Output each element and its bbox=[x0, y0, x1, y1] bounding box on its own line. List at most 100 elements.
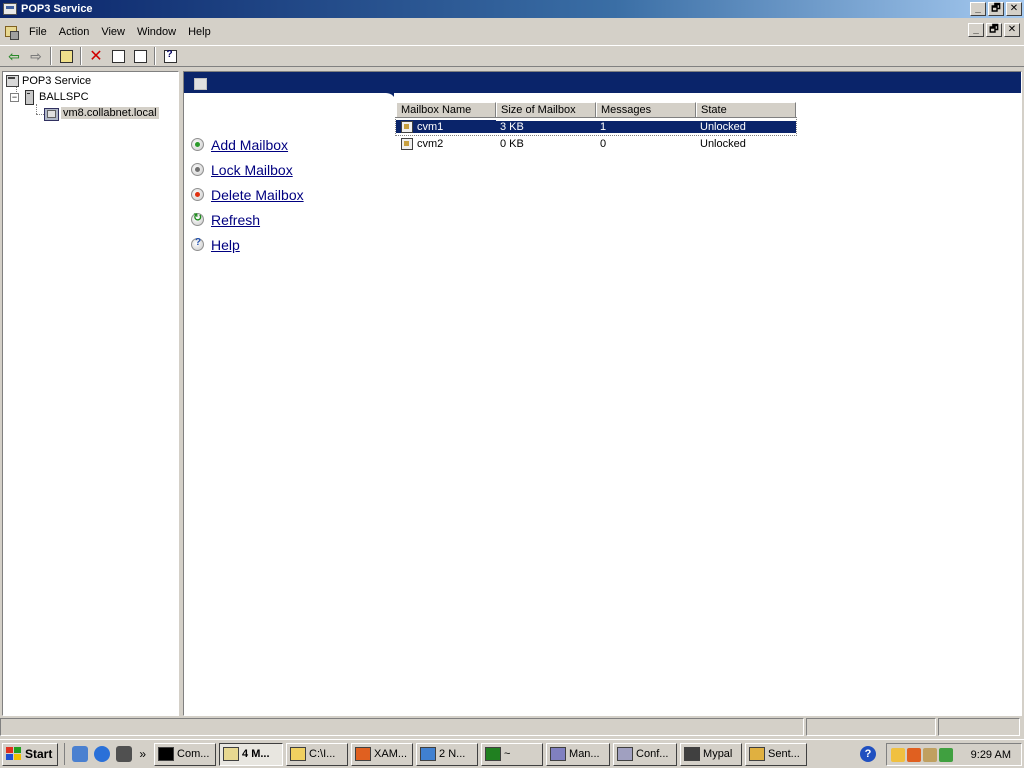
tree-node-pop3-service[interactable]: POP3 Service bbox=[5, 74, 91, 88]
system-tray: 9:29 AM bbox=[886, 743, 1022, 766]
column-size[interactable]: Size of Mailbox bbox=[496, 102, 596, 118]
tree-node-domain[interactable]: vm8.collabnet.local bbox=[44, 106, 159, 121]
delete-button[interactable]: ✕ bbox=[85, 46, 107, 66]
tree-collapse-toggle[interactable]: − bbox=[10, 92, 19, 102]
mailbox-name-cell: cvm2 bbox=[396, 137, 496, 150]
window-title: POP3 Service bbox=[21, 3, 93, 15]
menu-file[interactable]: File bbox=[23, 26, 53, 38]
table-row[interactable]: cvm2 0 KB 0 Unlocked bbox=[396, 135, 796, 152]
taskbar-button-label: Sent... bbox=[768, 748, 800, 760]
add-mailbox-link[interactable]: Add Mailbox bbox=[191, 132, 304, 157]
mmc-document-icon[interactable] bbox=[3, 25, 19, 40]
column-state[interactable]: State bbox=[696, 102, 796, 118]
internet-explorer-icon[interactable] bbox=[94, 746, 111, 762]
taskbar-button[interactable]: C:\I... bbox=[286, 742, 349, 766]
taskbar: Start » Com... 4 M... C:\I... XAM... 2 N… bbox=[0, 739, 1024, 768]
properties-button[interactable] bbox=[107, 46, 129, 66]
taskbar-button[interactable]: ~ bbox=[481, 742, 544, 766]
list-header: Mailbox Name Size of Mailbox Messages St… bbox=[396, 102, 996, 118]
taskbar-button[interactable]: Man... bbox=[546, 742, 611, 766]
mailbox-name: cvm1 bbox=[417, 120, 444, 133]
mailbox-name: cvm2 bbox=[417, 137, 444, 150]
close-button[interactable]: ✕ bbox=[1006, 2, 1022, 16]
maximize-button[interactable]: 🗗 bbox=[988, 2, 1004, 16]
taskbar-button[interactable]: Sent... bbox=[745, 742, 808, 766]
tool-tray-icon[interactable] bbox=[923, 747, 937, 762]
status-pane-2 bbox=[806, 718, 936, 736]
export-list-icon bbox=[133, 49, 147, 63]
lock-mailbox-link[interactable]: Lock Mailbox bbox=[191, 157, 304, 182]
tree-node-ballspc[interactable]: − BALLSPC bbox=[10, 90, 89, 105]
taskbar-button-label: XAM... bbox=[374, 748, 408, 760]
menu-action[interactable]: Action bbox=[53, 26, 96, 38]
console-tree: POP3 Service − BALLSPC vm8.collabnet.loc… bbox=[2, 71, 179, 716]
mailbox-size: 0 KB bbox=[500, 137, 524, 150]
taskbar-button[interactable]: Conf... bbox=[613, 742, 678, 766]
show-desktop-icon[interactable] bbox=[72, 746, 89, 762]
table-row[interactable]: cvm1 3 KB 1 Unlocked bbox=[395, 117, 797, 136]
messenger-tray-icon[interactable] bbox=[891, 747, 905, 762]
refresh-link[interactable]: Refresh bbox=[191, 207, 304, 232]
help-link[interactable]: Help bbox=[191, 232, 304, 257]
network-tray-icon[interactable] bbox=[939, 747, 953, 762]
refresh-label: Refresh bbox=[211, 211, 261, 228]
mypal-icon bbox=[684, 747, 701, 761]
child-close-button[interactable]: ✕ bbox=[1004, 23, 1020, 37]
taskbar-button-label: 2 N... bbox=[439, 748, 466, 760]
tree-connector bbox=[36, 114, 44, 115]
child-restore-button[interactable]: 🗗 bbox=[986, 23, 1002, 37]
taskbar-button-label: Com... bbox=[177, 748, 210, 760]
help-label: Help bbox=[211, 236, 240, 253]
notepad-icon bbox=[420, 747, 437, 761]
forward-button[interactable]: ⇨ bbox=[25, 46, 47, 66]
pop3-service-icon bbox=[5, 74, 19, 88]
back-button[interactable]: ⇦ bbox=[3, 46, 25, 66]
mailbox-size: 3 KB bbox=[496, 120, 596, 133]
xampp-tray-icon[interactable] bbox=[907, 747, 921, 762]
task-links: Add Mailbox Lock Mailbox Delete Mailbox … bbox=[191, 132, 304, 257]
tree-connector bbox=[36, 104, 37, 114]
forward-arrow-icon: ⇨ bbox=[30, 47, 42, 64]
mailbox-state: Unlocked bbox=[700, 137, 746, 150]
menu-bar: File Action View Window Help _ 🗗 ✕ bbox=[0, 21, 1024, 43]
menu-help[interactable]: Help bbox=[182, 26, 217, 38]
export-list-button[interactable] bbox=[129, 46, 151, 66]
help-center-icon[interactable]: ? bbox=[860, 746, 876, 762]
column-mailbox-name[interactable]: Mailbox Name bbox=[396, 102, 496, 118]
child-minimize-button[interactable]: _ bbox=[968, 23, 984, 37]
lock-icon bbox=[191, 163, 204, 176]
status-pane-main bbox=[0, 718, 804, 736]
menu-view[interactable]: View bbox=[95, 26, 131, 38]
delete-mailbox-label: Delete Mailbox bbox=[211, 186, 304, 203]
delete-x-icon: ✕ bbox=[89, 48, 103, 65]
tree-label-pop3-service: POP3 Service bbox=[22, 75, 92, 87]
configure-icon bbox=[617, 747, 634, 761]
taskbar-button-label: Man... bbox=[569, 748, 600, 760]
manage-server-icon bbox=[550, 747, 567, 761]
mypal-quicklaunch-icon[interactable] bbox=[116, 746, 133, 762]
toolbar-separator bbox=[50, 47, 52, 65]
taskbar-button[interactable]: 2 N... bbox=[416, 742, 479, 766]
clock[interactable]: 9:29 AM bbox=[971, 749, 1011, 761]
taskbar-button-label: ~ bbox=[504, 748, 511, 760]
taskbar-button-label: C:\I... bbox=[309, 748, 336, 760]
taskbar-button[interactable]: Mypal bbox=[680, 742, 743, 766]
help-button[interactable] bbox=[159, 46, 181, 66]
pop3-app-icon[interactable] bbox=[3, 3, 17, 15]
menu-window[interactable]: Window bbox=[131, 26, 182, 38]
taskbar-button[interactable]: XAM... bbox=[351, 742, 414, 766]
up-one-level-button[interactable] bbox=[55, 46, 77, 66]
minimize-button[interactable]: _ bbox=[970, 2, 986, 16]
taskbar-button[interactable]: 4 M... bbox=[219, 742, 284, 766]
column-messages[interactable]: Messages bbox=[596, 102, 696, 118]
start-button[interactable]: Start bbox=[2, 742, 59, 766]
toolbar: ⇦ ⇨ ✕ bbox=[0, 45, 1024, 67]
status-bar bbox=[0, 718, 1024, 738]
taskbar-button[interactable]: Com... bbox=[154, 742, 217, 766]
delete-icon bbox=[191, 188, 204, 201]
mailbox-icon bbox=[400, 137, 413, 150]
taskbar-button-label: 4 M... bbox=[242, 748, 270, 760]
mailbox-name-cell: cvm1 bbox=[396, 120, 496, 133]
quick-launch-more[interactable]: » bbox=[139, 747, 146, 761]
delete-mailbox-link[interactable]: Delete Mailbox bbox=[191, 182, 304, 207]
